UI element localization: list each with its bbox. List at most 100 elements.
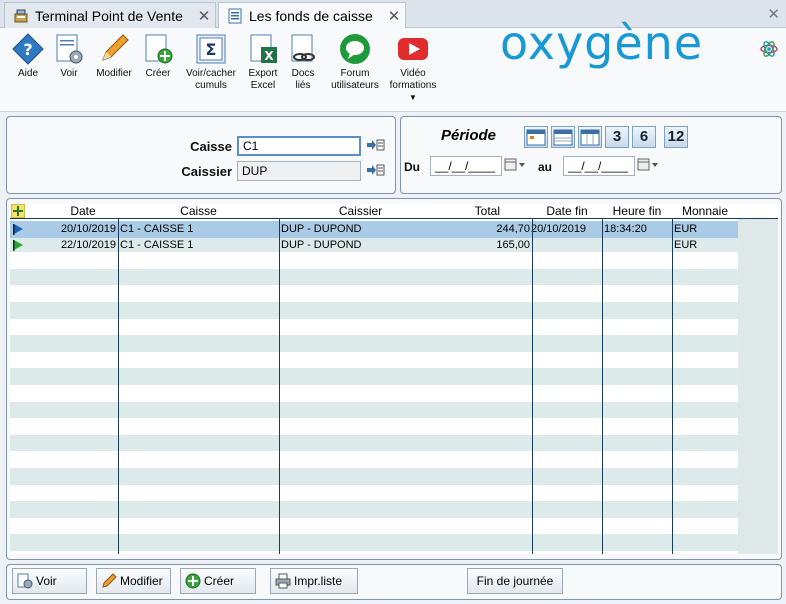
- voir-button-bottom[interactable]: Voir: [12, 568, 87, 594]
- cell-monnaie: EUR: [674, 223, 698, 235]
- creer-button[interactable]: Créer: [140, 32, 176, 80]
- row-stripe: [10, 434, 738, 452]
- voir-cacher-cumuls-button[interactable]: Σ Voir/cacher cumuls: [180, 32, 242, 92]
- row-stripe: [10, 268, 738, 286]
- add-column-icon[interactable]: [10, 204, 26, 221]
- calendar-icon: [526, 129, 546, 146]
- period-3-months-button[interactable]: 3: [605, 126, 629, 148]
- period-6-months-button[interactable]: 6: [632, 126, 656, 148]
- dropdown-arrow-icon[interactable]: ▼: [409, 92, 417, 104]
- period-month-button[interactable]: [551, 126, 575, 148]
- modifier-button-bottom[interactable]: Modifier: [96, 568, 171, 594]
- flag-green-icon: [12, 239, 24, 256]
- docs-lies-button[interactable]: Docs liés: [286, 32, 320, 92]
- tab-terminal-point-de-vente[interactable]: Terminal Point de Vente ✕: [4, 2, 216, 28]
- list-select-icon[interactable]: [367, 138, 385, 155]
- atom-icon: [760, 40, 778, 61]
- cell-date-fin: 20/10/2019: [531, 223, 587, 235]
- data-grid[interactable]: Date Caisse Caissier Total Date fin Heur…: [10, 204, 778, 554]
- du-label: Du: [404, 160, 420, 174]
- video-play-icon: [398, 38, 428, 60]
- row-stripe: [10, 302, 738, 319]
- table-row[interactable]: 22/10/2019 C1 - CAISSE 1 DUP - DUPOND 16…: [10, 237, 738, 254]
- fin-de-journee-button[interactable]: Fin de journée: [467, 568, 563, 594]
- row-stripe: [10, 335, 738, 352]
- au-label: au: [538, 160, 553, 174]
- cell-date-fin: [529, 237, 602, 253]
- period-week-button[interactable]: [524, 126, 548, 148]
- cash-register-icon: [13, 8, 29, 24]
- grid-filler: [738, 219, 778, 554]
- close-icon[interactable]: ✕: [193, 7, 215, 25]
- impr-liste-button[interactable]: Impr.liste: [270, 568, 358, 594]
- voir-button[interactable]: Voir: [50, 32, 88, 80]
- printer-icon: [275, 573, 291, 589]
- header-monnaie[interactable]: Monnaie: [672, 204, 738, 219]
- pencil-icon: [101, 573, 117, 589]
- column-divider: [279, 219, 280, 554]
- cell-heure-fin: [602, 237, 672, 253]
- row-stripe: [10, 285, 738, 302]
- caissier-input[interactable]: [237, 161, 361, 181]
- header-date[interactable]: Date: [40, 204, 126, 219]
- row-stripe: [10, 418, 738, 435]
- window-close-icon[interactable]: ✕: [767, 5, 780, 23]
- add-circle-icon: [185, 573, 201, 589]
- view-document-icon: [56, 34, 83, 64]
- tab-label: Les fonds de caisse: [249, 8, 373, 24]
- calendar-dropdown-icon[interactable]: [637, 158, 661, 175]
- creer-button-bottom[interactable]: Créer: [180, 568, 256, 594]
- row-stripe: [10, 252, 738, 269]
- svg-text:?: ?: [23, 40, 32, 59]
- video-formations-button[interactable]: Vidéo formations ▼: [386, 32, 440, 104]
- calendar-dropdown-icon[interactable]: [504, 158, 528, 175]
- column-divider: [118, 219, 119, 554]
- header-heure-fin[interactable]: Heure fin: [602, 204, 672, 219]
- row-stripe: [10, 368, 738, 385]
- row-stripe: [10, 318, 738, 336]
- cell-heure-fin: 18:34:20: [604, 223, 647, 235]
- tab-label: Terminal Point de Vente: [35, 7, 183, 24]
- svg-text:X: X: [264, 49, 274, 63]
- linked-docs-icon: [291, 34, 315, 62]
- header-caissier[interactable]: Caissier: [279, 204, 442, 219]
- period-year-button[interactable]: [578, 126, 602, 148]
- help-icon: ?: [12, 33, 44, 65]
- calendar-icon: [580, 129, 600, 146]
- caisse-input[interactable]: [237, 136, 361, 156]
- sum-icon: Σ: [196, 34, 226, 64]
- caisse-label: Caisse: [190, 139, 232, 154]
- cell-total: 165,00: [496, 239, 530, 251]
- row-stripe: [10, 468, 738, 485]
- modifier-button[interactable]: Modifier: [92, 32, 136, 80]
- date-du-input[interactable]: [430, 156, 502, 176]
- view-icon: [17, 573, 33, 589]
- aide-button[interactable]: ? Aide: [8, 32, 48, 80]
- list-select-icon[interactable]: [367, 163, 385, 180]
- export-excel-button[interactable]: X Export Excel: [244, 32, 282, 92]
- date-au-input[interactable]: [563, 156, 635, 176]
- oxygene-logo: oxygène: [500, 16, 704, 70]
- column-divider: [532, 219, 533, 554]
- pencil-icon: [102, 34, 129, 61]
- period-12-months-button[interactable]: 12: [664, 126, 688, 148]
- row-stripe: [10, 401, 738, 419]
- periode-title: Période: [441, 127, 497, 144]
- header-date-fin[interactable]: Date fin: [532, 204, 602, 219]
- row-stripe: [10, 351, 738, 369]
- svg-text:Σ: Σ: [206, 40, 217, 59]
- excel-export-icon: X: [250, 34, 277, 63]
- row-stripe: [10, 501, 738, 518]
- cell-caissier: DUP - DUPOND: [281, 223, 362, 235]
- cell-date: 22/10/2019: [60, 239, 116, 251]
- header-caisse[interactable]: Caisse: [118, 204, 279, 219]
- cell-total: 244,70: [496, 223, 530, 235]
- cell-caisse: C1 - CAISSE 1: [120, 239, 194, 251]
- close-icon[interactable]: ✕: [383, 7, 405, 25]
- forum-utilisateurs-button[interactable]: Forum utilisateurs: [328, 32, 382, 92]
- tab-les-fonds-de-caisse[interactable]: Les fonds de caisse ✕: [218, 2, 406, 29]
- table-row[interactable]: 20/10/2019 C1 - CAISSE 1 DUP - DUPOND 24…: [10, 221, 738, 238]
- cell-caisse: C1 - CAISSE 1: [120, 223, 194, 235]
- calendar-icon: [553, 129, 573, 146]
- header-total[interactable]: Total: [442, 204, 532, 219]
